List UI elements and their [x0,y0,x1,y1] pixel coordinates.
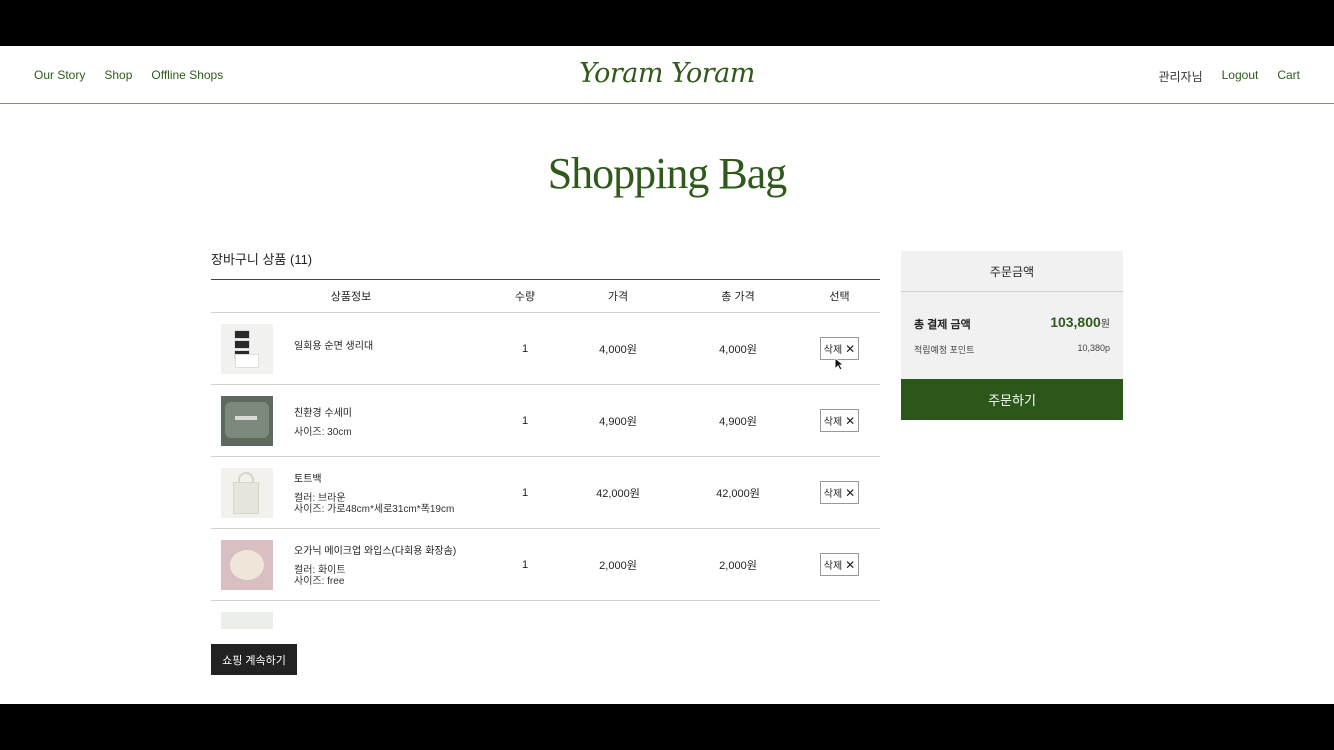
product-info [211,611,491,629]
table-row: 오가닉 메이크업 와입스(다회용 화장솜) 컬러: 화이트 사이즈: free … [211,529,880,601]
product-option: 컬러: 화이트 [294,565,346,576]
letterbox-top [0,0,1334,46]
product-text: 친환경 수세미 사이즈: 30cm [294,404,352,438]
site-logo[interactable]: Yoram Yoram [0,58,1334,89]
product-price: 42,000원 [596,487,640,500]
delete-button[interactable]: 삭제 ✕ [819,481,860,504]
product-thumbnail[interactable] [221,611,273,629]
product-text: 토트백 컬러: 브라운 사이즈: 가로48cm*세로31cm*폭19cm [294,470,454,515]
product-info: 일회용 순면 생리대 [211,323,491,374]
product-total: 4,900원 [719,415,757,428]
cart-heading: 장바구니 상품 (11) [211,252,313,267]
select-cell: 삭제 ✕ [799,553,880,576]
product-image-detail [225,401,269,438]
total-label: 총 결제 금액 [914,319,971,331]
product-qty: 1 [521,558,529,571]
product-name[interactable]: 토트백 [294,470,454,485]
page: Our Story Shop Offline Shops Yoram Yoram… [0,46,1334,704]
column-header-price: 가격 [607,291,629,303]
product-option: 사이즈: 가로48cm*세로31cm*폭19cm [294,504,455,515]
product-name[interactable]: 친환경 수세미 [294,404,352,419]
total-amount: 103,800원 [1050,314,1110,330]
summary-title: 주문금액 [901,251,1123,292]
product-info: 토트백 컬러: 브라운 사이즈: 가로48cm*세로31cm*폭19cm [211,467,491,518]
user-nav: 관리자님 Logout Cart [1158,68,1300,85]
column-header-info: 상품정보 [330,291,372,303]
header: Our Story Shop Offline Shops Yoram Yoram… [0,46,1334,104]
table-row: 친환경 수세미 사이즈: 30cm 1 4,900원 4,900원 삭제 ✕ [211,385,880,457]
product-image-detail [235,353,259,368]
product-thumbnail[interactable] [221,323,273,374]
select-cell: 삭제 ✕ [799,409,880,432]
product-total: 42,000원 [716,487,760,500]
close-icon: ✕ [845,413,856,428]
product-option: 컬러: 브라운 [294,493,346,504]
order-summary: 주문금액 총 결제 금액 103,800원 적립예정 포인트 10,380p 주… [901,251,1123,420]
close-icon: ✕ [845,485,856,500]
cart-table: 상품정보 수량 가격 총 가격 선택 일회용 순면 생리대 1 4,000원 4… [211,279,880,629]
product-price: 4,900원 [599,415,637,428]
continue-shopping-button[interactable]: 쇼핑 계속하기 [211,644,297,675]
product-info: 오가닉 메이크업 와입스(다회용 화장솜) 컬러: 화이트 사이즈: free [211,539,491,590]
table-row [211,601,880,629]
summary-body: 총 결제 금액 103,800원 적립예정 포인트 10,380p [901,292,1123,379]
letterbox-bottom [0,704,1334,750]
product-name[interactable]: 오가닉 메이크업 와입스(다회용 화장솜) [294,542,456,557]
product-info: 친환경 수세미 사이즈: 30cm [211,395,491,446]
table-row: 일회용 순면 생리대 1 4,000원 4,000원 삭제 ✕ [211,313,880,385]
product-option: 사이즈: 30cm [294,426,352,438]
product-qty: 1 [521,486,529,499]
column-header-total: 총 가격 [721,291,755,303]
product-qty: 1 [521,342,529,355]
delete-label: 삭제 [823,345,843,356]
column-header-qty: 수량 [514,291,536,303]
delete-button[interactable]: 삭제 ✕ [819,553,860,576]
delete-label: 삭제 [823,489,843,500]
nav-cart[interactable]: Cart [1277,68,1300,85]
product-image-detail [233,481,259,514]
page-title: Shopping Bag [547,149,788,198]
product-name[interactable]: 일회용 순면 생리대 [294,337,373,352]
total-amount-value: 103,800 [1050,314,1101,330]
product-total: 4,000원 [719,343,757,356]
nav-admin[interactable]: 관리자님 [1158,68,1202,85]
product-image-detail [230,549,264,580]
points-value: 10,380p [1077,343,1110,353]
product-price: 4,000원 [599,343,637,356]
product-image-detail [234,339,250,349]
product-text: 오가닉 메이크업 와입스(다회용 화장솜) 컬러: 화이트 사이즈: free [294,542,456,587]
delete-label: 삭제 [823,417,843,428]
points-label: 적립예정 포인트 [914,345,975,355]
product-total: 2,000원 [719,559,757,572]
product-text: 일회용 순면 생리대 [294,337,373,360]
product-qty: 1 [521,414,529,427]
product-thumbnail[interactable] [221,467,273,518]
product-image-detail [235,415,257,420]
total-amount-unit: 원 [1100,319,1110,330]
delete-button[interactable]: 삭제 ✕ [819,409,860,432]
table-row: 토트백 컬러: 브라운 사이즈: 가로48cm*세로31cm*폭19cm 1 4… [211,457,880,529]
table-header: 상품정보 수량 가격 총 가격 선택 [211,280,880,313]
product-thumbnail[interactable] [221,395,273,446]
product-thumbnail[interactable] [221,539,273,590]
column-header-select: 선택 [829,291,850,303]
order-button[interactable]: 주문하기 [901,379,1123,420]
nav-logout[interactable]: Logout [1222,68,1259,85]
product-option: 사이즈: free [294,576,345,587]
close-icon: ✕ [845,341,856,356]
close-icon: ✕ [845,557,856,572]
mouse-cursor-icon [834,357,844,371]
select-cell: 삭제 ✕ [799,481,880,504]
delete-label: 삭제 [823,561,843,572]
product-image-detail [234,329,250,339]
product-price: 2,000원 [599,559,637,572]
